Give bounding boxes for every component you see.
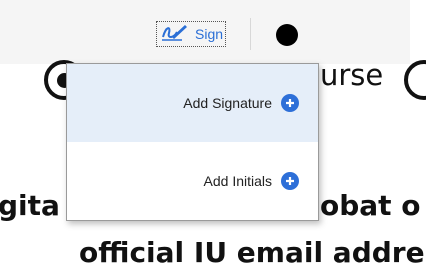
ink-color-swatch[interactable] [276,24,298,46]
sign-button-label: Sign [195,26,224,42]
add-signature-menu-item[interactable]: Add Signature [67,64,318,142]
add-signature-label: Add Signature [183,95,272,111]
toolbar-separator [250,18,251,50]
radio-bullet-right [404,60,426,100]
document-line-3-left: gita [0,189,60,222]
plus-circle-icon [281,172,299,190]
document-line-3-right: obat o [320,189,421,222]
plus-circle-icon [281,94,299,112]
signature-pen-icon [160,22,190,46]
toolbar-edge [410,0,426,64]
sign-button[interactable]: Sign [156,21,226,47]
document-line-1: urse [320,58,384,92]
sign-dropdown-menu: Add Signature Add Initials [66,63,319,221]
document-line-4: official IU email addre [79,236,425,269]
add-initials-menu-item[interactable]: Add Initials [67,142,318,220]
add-initials-label: Add Initials [203,173,272,189]
